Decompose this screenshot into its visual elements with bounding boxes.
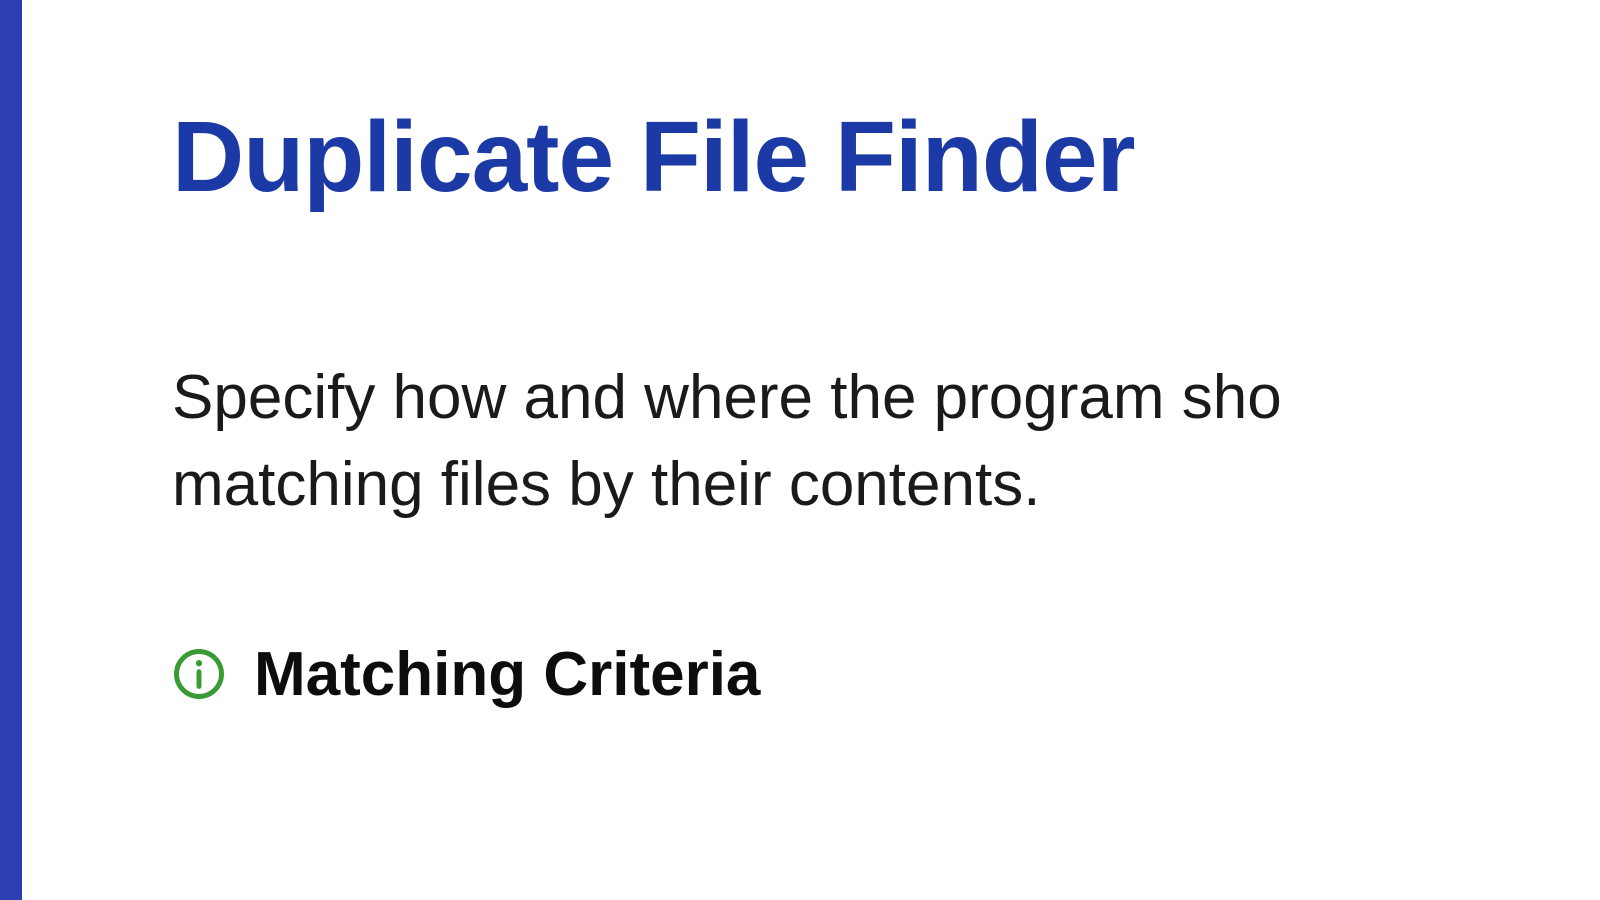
page-description: Specify how and where the program sho ma… xyxy=(172,355,1600,529)
page-description-line-2: matching files by their contents. xyxy=(172,442,1600,529)
page-description-line-1: Specify how and where the program sho xyxy=(172,355,1600,442)
page-content: Duplicate File Finder Specify how and wh… xyxy=(22,0,1600,900)
page-title: Duplicate File Finder xyxy=(172,100,1600,215)
matching-criteria-header: Matching Criteria xyxy=(172,639,1600,710)
matching-criteria-label: Matching Criteria xyxy=(254,639,760,710)
info-icon[interactable] xyxy=(172,647,226,701)
window-left-border xyxy=(0,0,22,900)
